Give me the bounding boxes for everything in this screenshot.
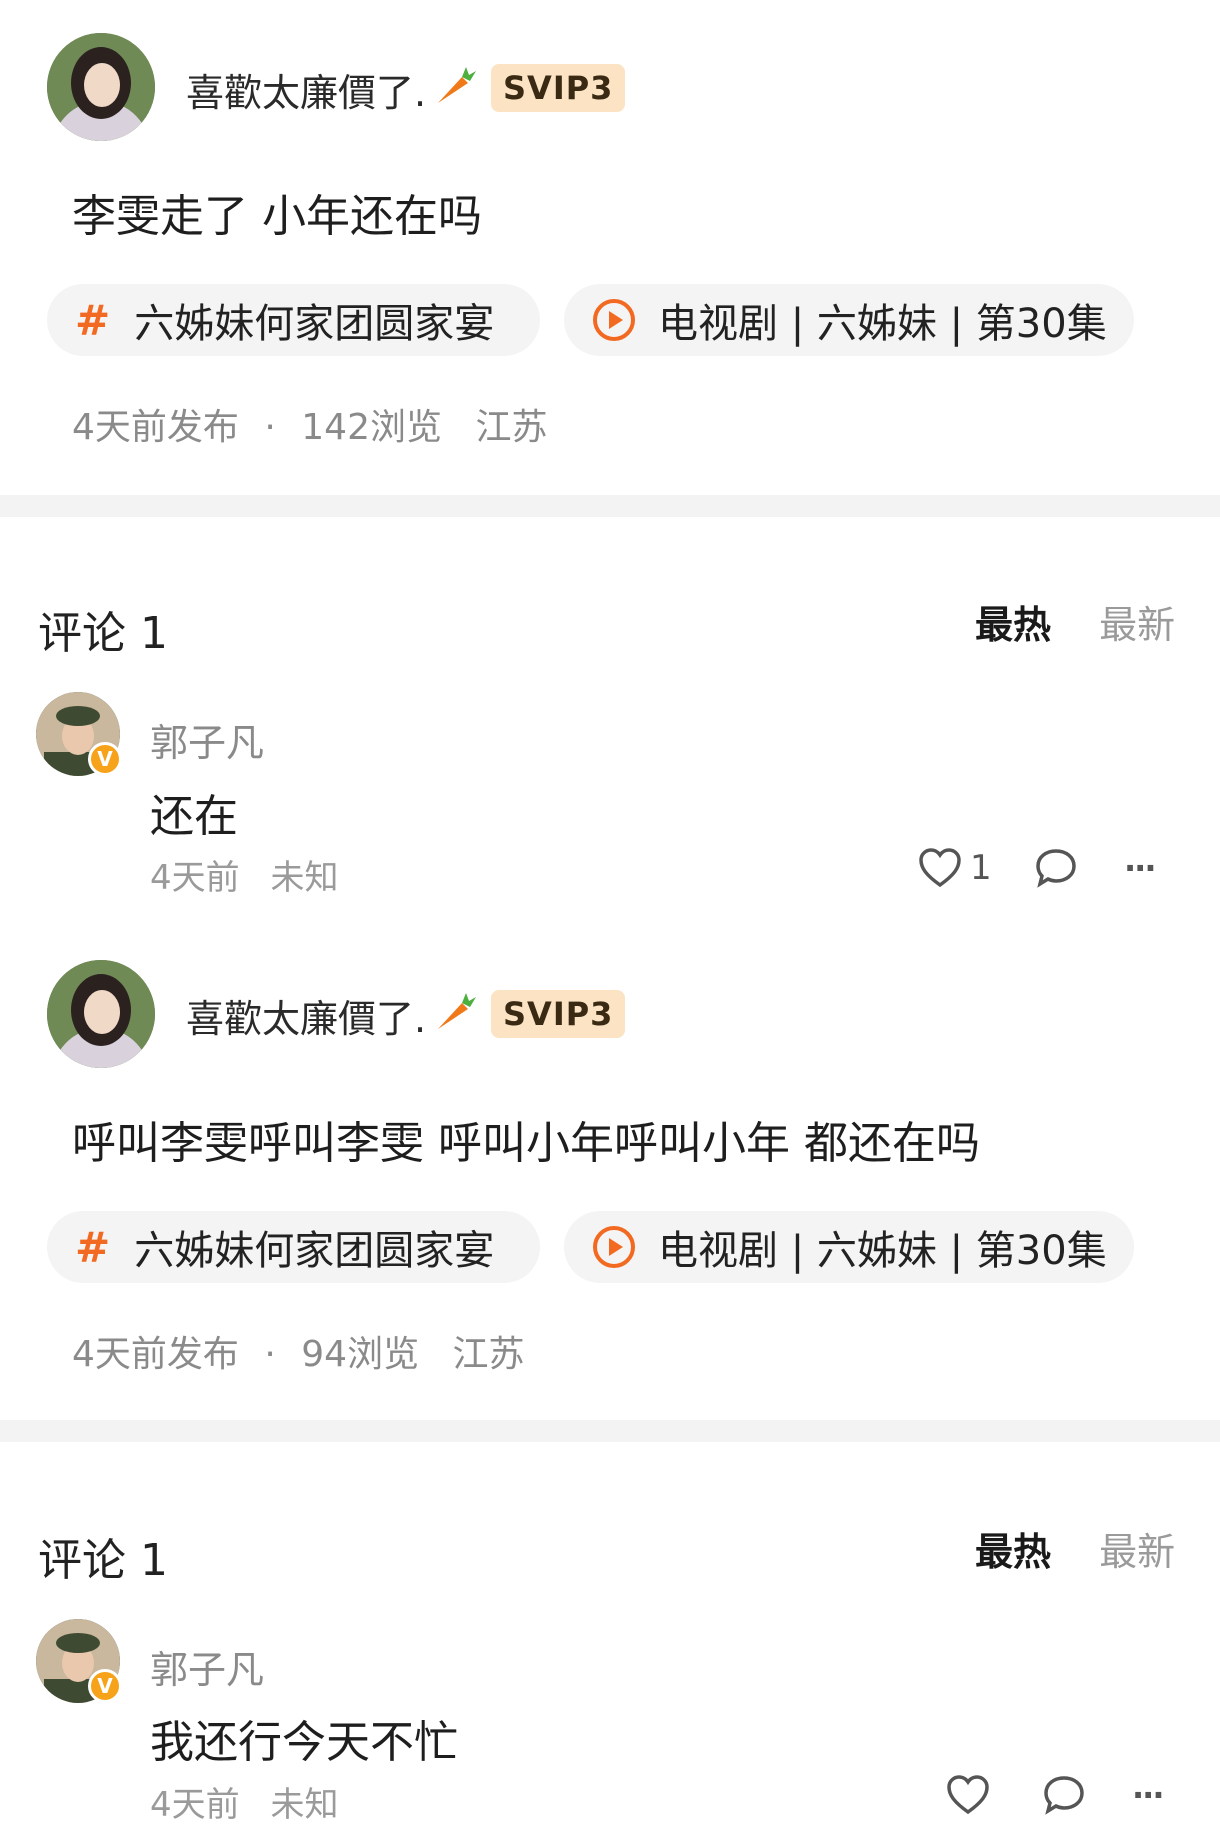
post-text: 李雯走了 小年还在吗 [72,191,482,242]
sort-hot-tab[interactable]: 最热 [975,1530,1051,1574]
post-author-name[interactable]: 喜歡太廉價了. [186,989,478,1042]
commenter-avatar[interactable]: V [36,1619,122,1703]
comment-actions: ··· [946,1775,1165,1815]
video-tag[interactable]: 电视剧 | 六姊妹 | 第30集 [564,1211,1134,1283]
commenter-avatar[interactable]: V [36,692,122,776]
comments-title: 评论 1 [38,608,168,659]
comment-meta: 4天前 未知 [150,1785,339,1825]
post-meta: 4天前发布 · 94浏览 江苏 [72,1334,525,1375]
sort-hot-tab[interactable]: 最热 [975,603,1051,647]
video-tag[interactable]: 电视剧 | 六姊妹 | 第30集 [564,284,1134,356]
post-text: 呼叫李雯呼叫李雯 呼叫小年呼叫小年 都还在吗 [72,1118,980,1169]
play-circle-icon [592,1225,636,1269]
post-meta: 4天前发布 · 142浏览 江苏 [72,407,548,448]
comment-text: 还在 [150,791,238,842]
carrot-icon [432,63,478,116]
reply-bubble-icon[interactable] [1034,848,1078,888]
verified-badge-icon: V [88,1669,122,1703]
post-author-avatar[interactable] [47,960,155,1068]
more-options-icon[interactable]: ··· [1132,1776,1165,1814]
comments-title: 评论 1 [38,1535,168,1586]
comment-sort: 最热 最新 [975,1521,1175,1576]
commenter-name[interactable]: 郭子凡 [150,712,264,767]
carrot-icon [432,989,478,1042]
comment-sort: 最热 最新 [975,594,1175,649]
play-circle-icon [592,298,636,342]
section-divider [0,1420,1220,1442]
hash-icon: # [75,295,111,345]
commenter-name[interactable]: 郭子凡 [150,1639,264,1694]
post-author-name[interactable]: 喜歡太廉價了. [186,63,478,116]
comment-meta: 4天前 未知 [150,858,339,898]
sort-new-tab[interactable]: 最新 [1099,1530,1175,1574]
like-heart-icon[interactable] [946,1775,990,1815]
like-count: 1 [970,848,992,888]
like-heart-icon[interactable] [918,848,962,888]
topic-tag[interactable]: # 六姊妹何家团圆家宴 [47,284,540,356]
comment-text: 我还行今天不忙 [150,1717,458,1768]
svip-badge: SVIP3 [491,990,626,1038]
topic-tag[interactable]: # 六姊妹何家团圆家宴 [47,1211,540,1283]
sort-new-tab[interactable]: 最新 [1099,603,1175,647]
verified-badge-icon: V [88,742,122,776]
reply-bubble-icon[interactable] [1042,1775,1086,1815]
more-options-icon[interactable]: ··· [1124,849,1157,887]
section-divider [0,495,1220,517]
hash-icon: # [75,1222,111,1272]
svip-badge: SVIP3 [491,64,626,112]
post-author-avatar[interactable] [47,33,155,141]
comment-actions: 1 ··· [918,848,1157,888]
